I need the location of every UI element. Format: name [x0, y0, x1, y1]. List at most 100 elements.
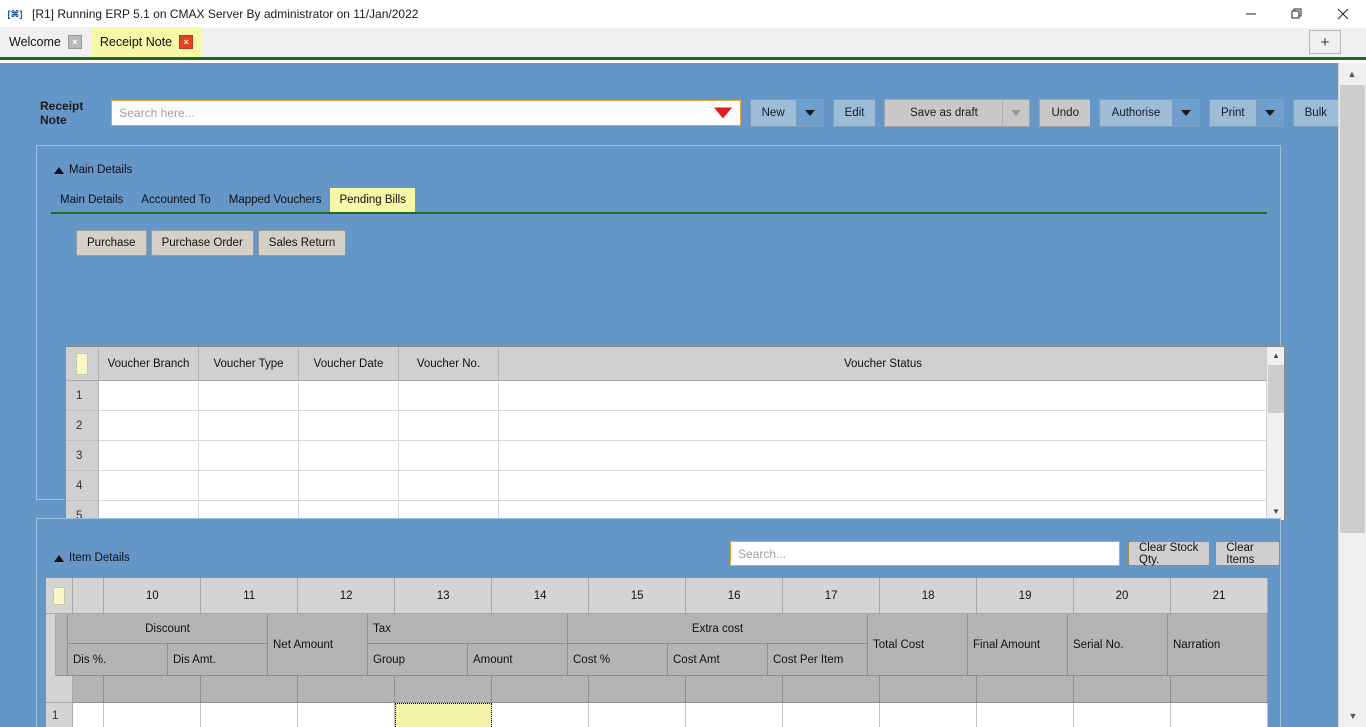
tab-close-icon[interactable]: ×: [67, 35, 82, 49]
table-row[interactable]: 2: [66, 411, 1284, 441]
column-header-voucher-no[interactable]: Voucher No.: [399, 347, 499, 381]
cell-narration[interactable]: [1171, 703, 1268, 727]
tab-accounted-to[interactable]: Accounted To: [132, 188, 219, 212]
bulk-button[interactable]: Bulk: [1292, 99, 1338, 127]
scroll-up-icon[interactable]: ▲: [1339, 63, 1365, 85]
cell-voucher-no[interactable]: [399, 441, 499, 471]
new-dropdown-button[interactable]: [795, 99, 824, 127]
filter-cell-13[interactable]: [395, 676, 493, 703]
table-row[interactable]: 3: [66, 441, 1284, 471]
print-button[interactable]: Print: [1208, 99, 1256, 127]
cell-voucher-date[interactable]: [299, 381, 399, 411]
clear-stock-qty-button[interactable]: Clear Stock Qty.: [1128, 541, 1211, 566]
scroll-down-icon[interactable]: ▼: [1340, 705, 1366, 727]
column-number-18[interactable]: 18: [880, 578, 978, 614]
table-row[interactable]: 4: [66, 471, 1284, 501]
filter-purchase-button[interactable]: Purchase: [76, 230, 147, 256]
table-row[interactable]: 1: [46, 703, 1268, 727]
filter-cell-21[interactable]: [1171, 676, 1268, 703]
tab-mapped-vouchers[interactable]: Mapped Vouchers: [220, 188, 331, 212]
filter-cell-19[interactable]: [977, 676, 1075, 703]
column-number-11[interactable]: 11: [201, 578, 299, 614]
filter-cell-11[interactable]: [201, 676, 299, 703]
column-number-19[interactable]: 19: [977, 578, 1075, 614]
clear-items-button[interactable]: Clear Items: [1215, 541, 1280, 566]
cell-dis-amt[interactable]: [201, 703, 299, 727]
item-search-field[interactable]: [730, 541, 1120, 566]
save-as-draft-button[interactable]: Save as draft: [884, 99, 1003, 127]
cell-tax-group[interactable]: [395, 703, 493, 727]
cell-voucher-type[interactable]: [199, 411, 299, 441]
scrollbar-thumb[interactable]: [1340, 85, 1365, 533]
filter-sales-return-button[interactable]: Sales Return: [257, 230, 347, 256]
grid-corner-cell[interactable]: [46, 578, 74, 614]
scrollbar-thumb[interactable]: [1268, 365, 1284, 413]
new-button[interactable]: New: [749, 99, 796, 127]
new-tab-button[interactable]: +: [1309, 30, 1341, 54]
restore-icon[interactable]: [1274, 0, 1320, 28]
cell-voucher-no[interactable]: [399, 411, 499, 441]
cell-voucher-status[interactable]: [499, 471, 1268, 501]
column-header-voucher-date[interactable]: Voucher Date: [299, 347, 399, 381]
undo-button[interactable]: Undo: [1039, 99, 1090, 127]
cell-voucher-status[interactable]: [499, 411, 1268, 441]
tab-receipt-note[interactable]: Receipt Note ×: [90, 27, 203, 57]
cell-voucher-type[interactable]: [199, 471, 299, 501]
scroll-up-icon[interactable]: ▲: [1267, 347, 1284, 364]
tab-close-icon[interactable]: ×: [179, 35, 194, 49]
cell-tax-amount[interactable]: [492, 703, 590, 727]
item-details-section-header[interactable]: Item Details: [54, 552, 130, 564]
minimize-icon[interactable]: [1228, 0, 1274, 28]
filter-cell-16[interactable]: [686, 676, 784, 703]
column-number-13[interactable]: 13: [395, 578, 493, 614]
cell-net-amount[interactable]: [298, 703, 396, 727]
cell-total-cost[interactable]: [880, 703, 978, 727]
authorise-dropdown-button[interactable]: [1171, 99, 1200, 127]
column-number-15[interactable]: 15: [589, 578, 687, 614]
cell-voucher-date[interactable]: [299, 411, 399, 441]
cell-dis-pct[interactable]: [104, 703, 202, 727]
cell-voucher-date[interactable]: [299, 471, 399, 501]
filter-cell-10[interactable]: [104, 676, 202, 703]
tab-welcome[interactable]: Welcome ×: [0, 27, 91, 57]
cell-voucher-no[interactable]: [399, 381, 499, 411]
filter-cell-17[interactable]: [783, 676, 881, 703]
column-number-17[interactable]: 17: [783, 578, 881, 614]
filter-cell-18[interactable]: [880, 676, 978, 703]
column-number-10[interactable]: 10: [104, 578, 202, 614]
cell-voucher-status[interactable]: [499, 381, 1268, 411]
cell-voucher-branch[interactable]: [99, 441, 199, 471]
pending-bills-grid[interactable]: Voucher Branch Voucher Type Voucher Date…: [65, 346, 1285, 521]
authorise-button[interactable]: Authorise: [1098, 99, 1172, 127]
column-header-voucher-status[interactable]: Voucher Status: [499, 347, 1268, 381]
edit-button[interactable]: Edit: [832, 99, 876, 127]
filter-cell-12[interactable]: [298, 676, 396, 703]
cell-voucher-no[interactable]: [399, 471, 499, 501]
cell-cost-pct[interactable]: [589, 703, 687, 727]
cell-voucher-status[interactable]: [499, 441, 1268, 471]
pending-bills-vertical-scrollbar[interactable]: ▲ ▼: [1266, 347, 1284, 520]
search-input[interactable]: [119, 102, 740, 124]
item-details-grid[interactable]: 10 11 12 13 14 15 16 17 18 19 20 21 Disc…: [46, 578, 1268, 727]
cell-voucher-branch[interactable]: [99, 471, 199, 501]
column-number-16[interactable]: 16: [686, 578, 784, 614]
filter-cell-20[interactable]: [1074, 676, 1172, 703]
main-vertical-scrollbar[interactable]: ▲ ▼: [1338, 63, 1366, 727]
item-grid-filter-row[interactable]: [46, 676, 1268, 703]
record-search-field[interactable]: [111, 100, 741, 126]
filter-purchase-order-button[interactable]: Purchase Order: [150, 230, 254, 256]
cell-voucher-branch[interactable]: [99, 381, 199, 411]
tab-pending-bills[interactable]: Pending Bills: [330, 188, 415, 212]
column-header-voucher-type[interactable]: Voucher Type: [199, 347, 299, 381]
column-number-12[interactable]: 12: [298, 578, 396, 614]
main-details-section-header[interactable]: Main Details: [54, 164, 132, 176]
cell-voucher-type[interactable]: [199, 441, 299, 471]
cell-final-amount[interactable]: [977, 703, 1075, 727]
table-row[interactable]: 1: [66, 381, 1284, 411]
cell-voucher-type[interactable]: [199, 381, 299, 411]
tab-main-details[interactable]: Main Details: [51, 188, 132, 212]
column-header-voucher-branch[interactable]: Voucher Branch: [99, 347, 199, 381]
item-search-input[interactable]: [738, 542, 1108, 565]
filter-cell-14[interactable]: [492, 676, 590, 703]
cell-voucher-date[interactable]: [299, 441, 399, 471]
